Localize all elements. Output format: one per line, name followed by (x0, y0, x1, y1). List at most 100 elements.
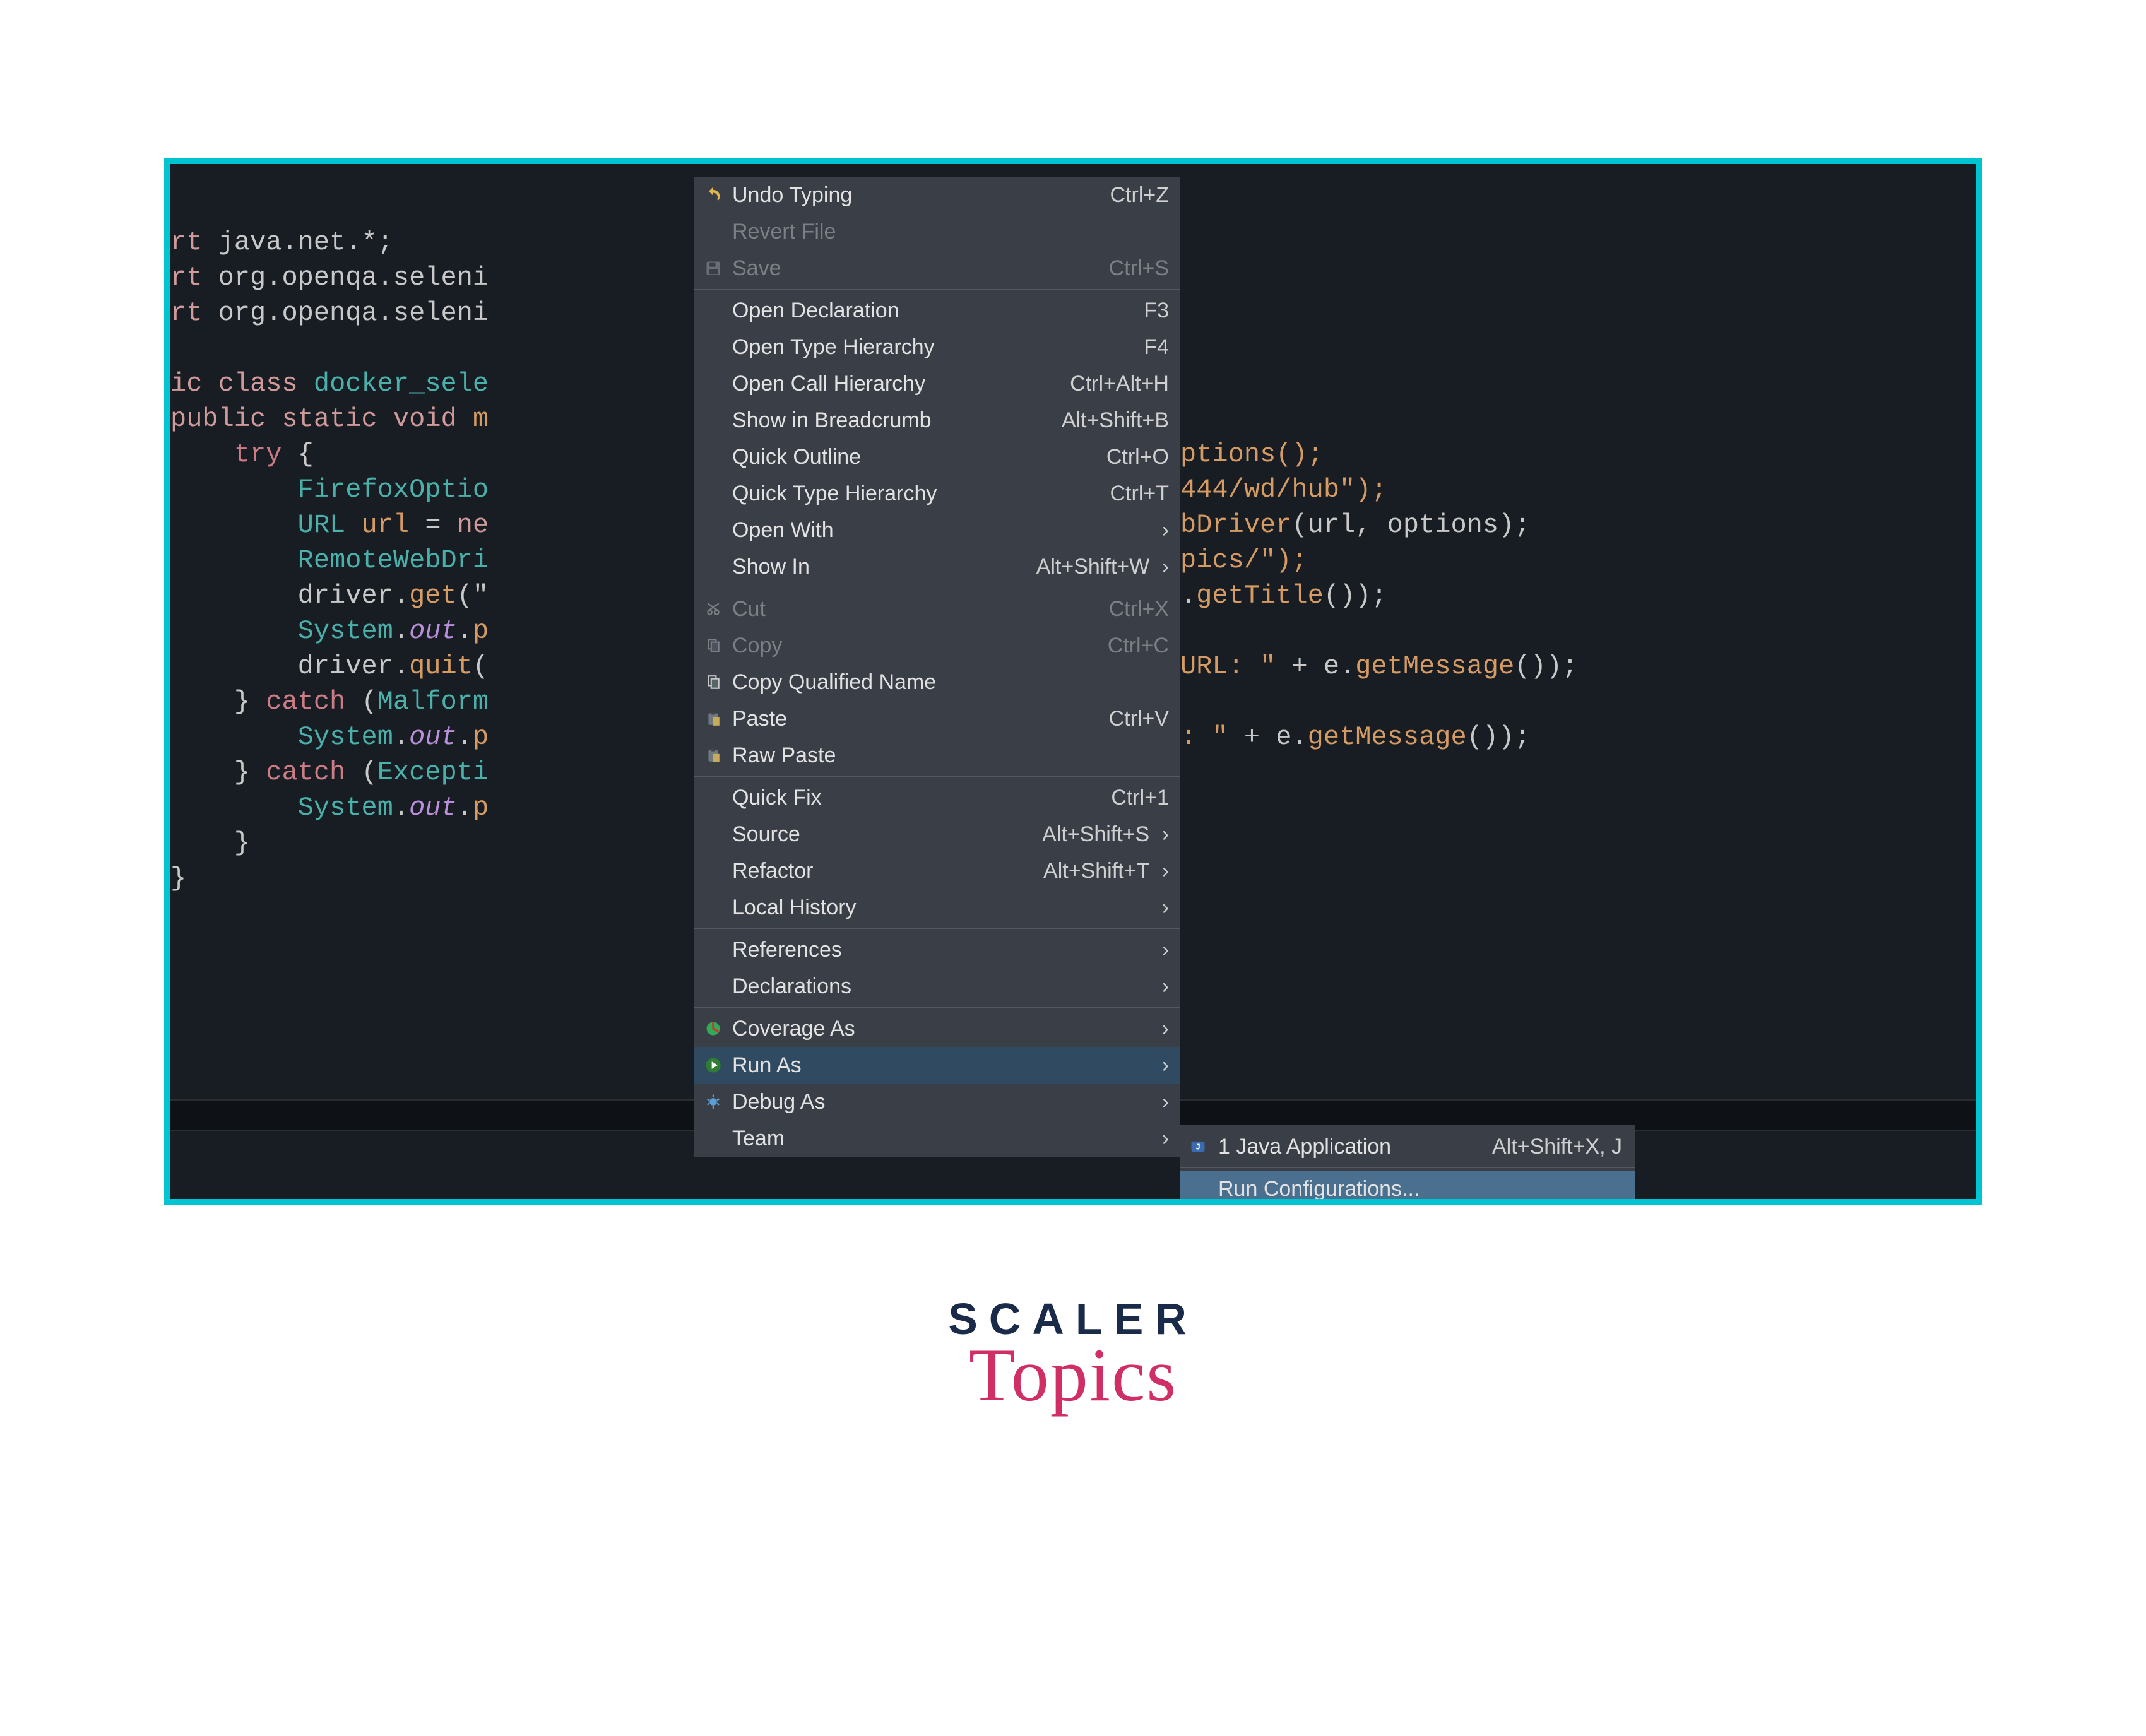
menu-icon-placeholder (702, 786, 725, 809)
menu-item-quick-fix[interactable]: Quick FixCtrl+1 (694, 779, 1180, 816)
menu-item-show-in[interactable]: Show InAlt+Shift+W › (694, 548, 1180, 585)
menu-item-open-type-hierarchy[interactable]: Open Type Hierarchy F4 (694, 329, 1180, 365)
menu-item-open-call-hierarchy[interactable]: Open Call Hierarchy Ctrl+Alt+H (694, 365, 1180, 402)
submenu-hotkey: Alt+Shift+X, J (1492, 1135, 1622, 1159)
menu-icon-placeholder (702, 896, 725, 919)
context-menu: Undo TypingCtrl+ZRevert FileSaveCtrl+SOp… (694, 177, 1180, 1157)
menu-label: Quick Type Hierarchy (732, 481, 1098, 506)
menu-hotkey: › (1149, 1017, 1169, 1041)
menu-item-team[interactable]: Team › (694, 1120, 1180, 1157)
menu-label: Copy Qualified Name (732, 670, 1156, 695)
menu-label: Local History (732, 895, 1137, 920)
menu-icon-placeholder (702, 823, 725, 846)
menu-label: Team (732, 1126, 1137, 1151)
copy-icon (702, 634, 725, 657)
code-frag: pics/"); (1180, 545, 1308, 576)
menu-hotkey: Ctrl+Alt+H (1070, 372, 1169, 396)
menu-item-coverage-as[interactable]: Coverage As › (694, 1010, 1180, 1047)
menu-item-references[interactable]: References › (694, 931, 1180, 968)
menu-hotkey: F4 (1144, 335, 1169, 360)
menu-label: Copy (732, 634, 1095, 658)
menu-label: Open Call Hierarchy (732, 372, 1057, 396)
menu-label: Revert File (732, 220, 1156, 244)
menu-icon-placeholder (1188, 1179, 1208, 1199)
menu-icon-placeholder (702, 446, 725, 468)
menu-item-run-as[interactable]: Run As › (694, 1047, 1180, 1084)
menu-icon-placeholder (702, 409, 725, 432)
menu-item-quick-outline[interactable]: Quick OutlineCtrl+O (694, 439, 1180, 475)
menu-label: Source (732, 822, 1029, 847)
code-frag: : " + e.getMessage()); (1180, 722, 1531, 752)
menu-hotkey: › (1149, 895, 1169, 920)
menu-icon-placeholder (702, 859, 725, 882)
code-editor-left[interactable]: rt java.net.*; rt org.openqa.seleni rt o… (170, 164, 555, 896)
java-app-icon: J (1188, 1137, 1208, 1157)
menu-icon-placeholder (702, 938, 725, 961)
menu-label: Declarations (732, 974, 1137, 999)
menu-label: Refactor (732, 859, 1031, 883)
paste-icon (702, 707, 725, 730)
menu-item-source[interactable]: Source Alt+Shift+S › (694, 816, 1180, 853)
code-frag: .getTitle()); (1180, 581, 1387, 611)
menu-separator (694, 289, 1180, 290)
scaler-branding: SCALER Topics (948, 1294, 1198, 1419)
svg-text:J: J (1195, 1142, 1200, 1152)
menu-hotkey: Alt+Shift+B (1062, 408, 1169, 433)
debug-icon (702, 1090, 725, 1113)
menu-label: Run As (732, 1053, 1137, 1078)
ide-frame: rt java.net.*; rt org.openqa.seleni rt o… (164, 158, 1982, 1205)
code-frag: ptions(); (1180, 439, 1324, 469)
menu-icon-placeholder (702, 975, 725, 998)
menu-label: Show in Breadcrumb (732, 408, 1049, 433)
menu-hotkey: Alt+Shift+S › (1042, 822, 1169, 847)
menu-item-open-with[interactable]: Open With › (694, 512, 1180, 548)
submenu-item-1-java-application[interactable]: J 1 Java Application Alt+Shift+X, J (1180, 1128, 1635, 1165)
menu-hotkey: Ctrl+C (1108, 634, 1169, 658)
paste-icon (702, 744, 725, 767)
menu-item-raw-paste[interactable]: Raw Paste (694, 737, 1180, 774)
menu-hotkey: Ctrl+T (1110, 481, 1170, 506)
code-frag: 444/wd/hub"); (1180, 475, 1387, 505)
cut-icon (702, 598, 725, 620)
menu-label: Open Declaration (732, 298, 1131, 323)
code-frag: bDriver(url, options); (1180, 510, 1531, 540)
menu-item-copy-qualified-name[interactable]: Copy Qualified Name (694, 664, 1180, 700)
menu-icon-placeholder (702, 555, 725, 578)
menu-icon-placeholder (702, 336, 725, 358)
topics-logo-text: Topics (948, 1332, 1198, 1419)
menu-item-paste[interactable]: PasteCtrl+V (694, 700, 1180, 737)
submenu-label: Run Configurations... (1218, 1177, 1610, 1202)
menu-label: Undo Typing (732, 183, 1098, 208)
menu-item-refactor[interactable]: RefactorAlt+Shift+T › (694, 853, 1180, 889)
menu-label: Cut (732, 597, 1096, 622)
menu-item-declarations[interactable]: Declarations › (694, 968, 1180, 1005)
menu-hotkey: › (1149, 938, 1169, 962)
menu-item-undo-typing[interactable]: Undo Typing Ctrl+Z (694, 177, 1180, 213)
save-icon (702, 257, 725, 280)
submenu-label: 1 Java Application (1218, 1135, 1479, 1159)
menu-hotkey: › (1149, 1090, 1169, 1114)
menu-hotkey: Ctrl+Z (1110, 183, 1170, 208)
menu-icon-placeholder (702, 372, 725, 395)
coverage-icon (702, 1017, 725, 1040)
menu-icon-placeholder (702, 220, 725, 243)
menu-label: References (732, 938, 1137, 962)
menu-item-revert-file: Revert File (694, 213, 1180, 250)
code-editor-right[interactable]: . . . . . . ptions(); 444/wd/hub"); bDri… (1180, 189, 1578, 755)
menu-label: Open Type Hierarchy (732, 335, 1131, 360)
menu-label: Quick Fix (732, 786, 1098, 810)
menu-item-cut: CutCtrl+X (694, 591, 1180, 627)
submenu-item-run-configurations[interactable]: Run Configurations... (1180, 1171, 1635, 1205)
menu-item-quick-type-hierarchy[interactable]: Quick Type Hierarchy Ctrl+T (694, 475, 1180, 512)
menu-item-show-in-breadcrumb[interactable]: Show in Breadcrumb Alt+Shift+B (694, 402, 1180, 439)
menu-item-local-history[interactable]: Local History › (694, 889, 1180, 926)
run-icon (702, 1054, 725, 1077)
menu-separator (694, 776, 1180, 777)
menu-label: Debug As (732, 1090, 1137, 1114)
menu-label: Show In (732, 555, 1024, 579)
menu-item-open-declaration[interactable]: Open Declaration F3 (694, 292, 1180, 329)
menu-hotkey: › (1149, 974, 1169, 999)
menu-icon-placeholder (702, 519, 725, 541)
menu-hotkey: F3 (1144, 298, 1169, 323)
menu-item-debug-as[interactable]: Debug As › (694, 1084, 1180, 1120)
